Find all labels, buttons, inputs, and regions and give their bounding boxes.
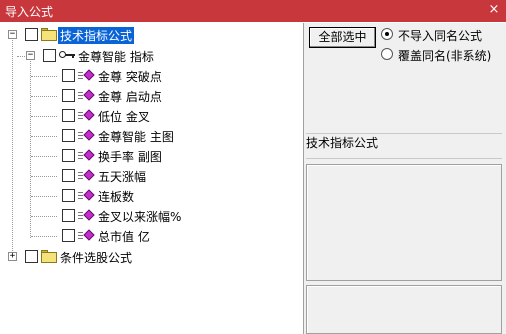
formula-icon	[78, 149, 96, 163]
tree-item-label[interactable]: 金尊智能 主图	[98, 128, 174, 145]
tree-item[interactable]: 金叉以来涨幅%	[3, 206, 302, 226]
tree-checkbox[interactable]	[62, 189, 75, 202]
select-all-button[interactable]: 全部选中	[309, 27, 376, 48]
tree-checkbox[interactable]	[25, 250, 38, 263]
tree-item-label[interactable]: 金叉以来涨幅%	[98, 208, 181, 225]
formula-icon	[78, 109, 96, 123]
expand-icon[interactable]: +	[8, 252, 17, 261]
tree-item-label[interactable]: 换手率 副图	[98, 148, 162, 165]
collapse-icon[interactable]: −	[26, 51, 35, 60]
key-icon	[59, 49, 75, 61]
tree-item-label[interactable]: 连板数	[98, 188, 134, 205]
window-titlebar: 导入公式 ×	[0, 0, 506, 22]
formula-icon	[78, 69, 96, 83]
close-icon[interactable]: ×	[486, 2, 502, 18]
formula-icon	[78, 229, 96, 243]
skip-duplicates-label[interactable]: 不导入同名公式	[398, 27, 482, 44]
formula-type-title: 技术指标公式	[306, 133, 502, 159]
tree-item-label[interactable]: 低位 金叉	[98, 108, 150, 125]
tree-node-technical-formulas[interactable]: − 技术指标公式	[3, 25, 302, 45]
tree-node-label[interactable]: 金尊智能 指标	[78, 48, 154, 65]
tree-item[interactable]: 低位 金叉	[3, 106, 302, 126]
formula-description-box	[306, 285, 502, 334]
skip-duplicates-radio[interactable]	[381, 28, 393, 40]
overwrite-duplicates-label[interactable]: 覆盖同名(非系统)	[398, 47, 491, 64]
tree-item[interactable]: 五天涨幅	[3, 166, 302, 186]
tree-node-jinzun-group[interactable]: − 金尊智能 指标	[3, 46, 302, 66]
tree-item[interactable]: 金尊 突破点	[3, 66, 302, 86]
formula-info-box	[306, 164, 502, 281]
tree-checkbox[interactable]	[62, 129, 75, 142]
tree-item[interactable]: 金尊智能 主图	[3, 126, 302, 146]
tree-node-stock-selection-formulas[interactable]: + 条件选股公式	[3, 247, 302, 267]
tree-checkbox[interactable]	[62, 69, 75, 82]
tree-checkbox[interactable]	[62, 229, 75, 242]
tree-checkbox[interactable]	[62, 149, 75, 162]
collapse-icon[interactable]: −	[8, 30, 17, 39]
tree-item-label[interactable]: 金尊 突破点	[98, 68, 162, 85]
tree-item-label[interactable]: 五天涨幅	[98, 168, 146, 185]
folder-icon	[41, 28, 57, 41]
tree-node-label[interactable]: 条件选股公式	[60, 249, 132, 266]
overwrite-duplicates-radio[interactable]	[381, 48, 393, 60]
tree-item[interactable]: 金尊 启动点	[3, 86, 302, 106]
tree-checkbox[interactable]	[62, 209, 75, 222]
tree-item[interactable]: 连板数	[3, 186, 302, 206]
formula-tree: − 技术指标公式 − 金尊智能 指标 金尊 突破点 金尊 启动点 低位 金叉 金…	[3, 23, 302, 334]
folder-icon	[41, 250, 57, 263]
tree-checkbox[interactable]	[62, 109, 75, 122]
formula-icon	[78, 89, 96, 103]
tree-checkbox[interactable]	[25, 28, 38, 41]
formula-icon	[78, 169, 96, 183]
tree-checkbox[interactable]	[62, 89, 75, 102]
tree-item-label[interactable]: 总市值 亿	[98, 228, 150, 245]
options-panel: 全部选中 不导入同名公式 覆盖同名(非系统) 技术指标公式	[303, 23, 506, 334]
tree-checkbox[interactable]	[62, 169, 75, 182]
tree-checkbox[interactable]	[43, 49, 56, 62]
tree-node-label[interactable]: 技术指标公式	[58, 27, 135, 44]
formula-icon	[78, 189, 96, 203]
formula-icon	[78, 129, 96, 143]
tree-item[interactable]: 总市值 亿	[3, 226, 302, 246]
window-title: 导入公式	[5, 5, 54, 19]
formula-icon	[78, 209, 96, 223]
tree-item-label[interactable]: 金尊 启动点	[98, 88, 162, 105]
tree-item[interactable]: 换手率 副图	[3, 146, 302, 166]
